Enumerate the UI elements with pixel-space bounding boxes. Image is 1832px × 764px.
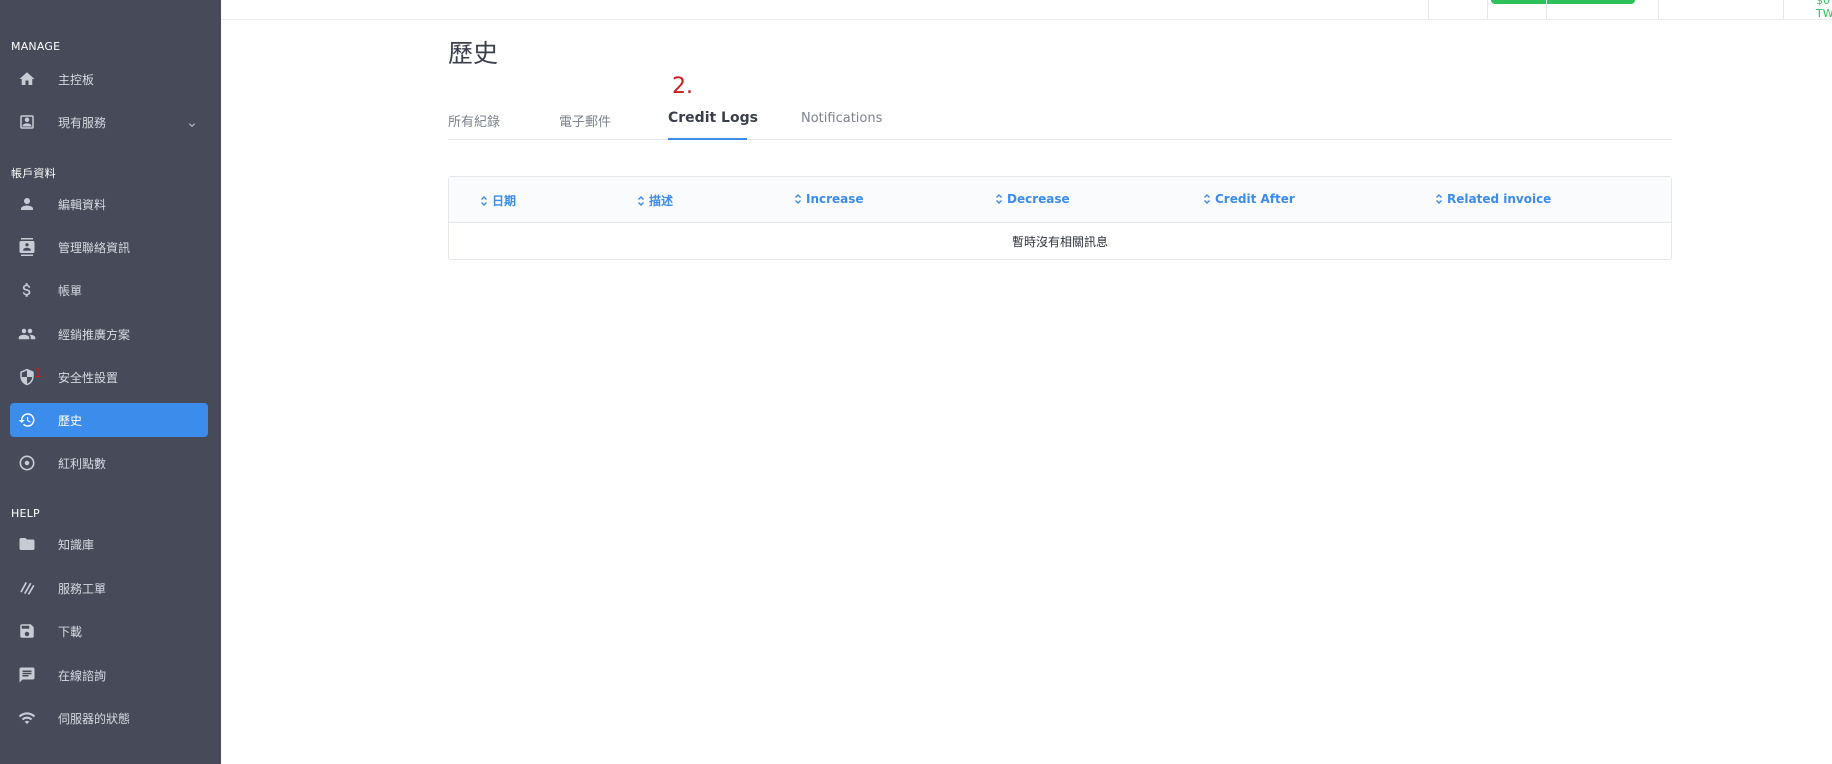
sidebar-item-label: 下載 (58, 624, 83, 639)
tab-credit-logs[interactable]: Credit Logs (668, 110, 758, 126)
column-header-label: 描述 (649, 194, 674, 208)
chevron-down-icon[interactable] (186, 116, 198, 128)
top-divider (1658, 0, 1659, 19)
history-tabs: 所有紀錄 電子郵件 Credit Logs Notifications (448, 108, 1672, 140)
sidebar: MANAGE 主控板 現有服務 帳戶資料 編輯資料 管理聯絡資訊 帳單 經銷推廣… (0, 0, 221, 764)
column-header-date[interactable]: 日期 (480, 192, 516, 209)
sidebar-item-label: 伺服器的狀態 (58, 711, 131, 726)
top-divider (1783, 0, 1784, 19)
sidebar-item-dashboard[interactable]: 主控板 (10, 62, 208, 96)
tab-all-records[interactable]: 所有紀錄 (448, 111, 500, 130)
sort-icon (794, 193, 802, 205)
page-title: 歷史 (448, 39, 499, 68)
sidebar-item-tickets[interactable]: 服務工單 (10, 571, 208, 605)
sidebar-item-label: 在線諮詢 (58, 668, 107, 683)
points-icon (16, 452, 38, 474)
sidebar-item-label: 管理聯絡資訊 (58, 240, 131, 255)
sort-icon (480, 195, 488, 207)
contacts-icon (16, 236, 38, 258)
dollar-icon (16, 279, 38, 301)
sidebar-item-billing[interactable]: 帳單 (10, 273, 208, 307)
sidebar-item-services[interactable]: 現有服務 (10, 105, 208, 139)
column-header-label: Related invoice (1447, 192, 1552, 206)
sidebar-item-history[interactable]: 歷史 (10, 403, 208, 437)
column-header-label: Increase (806, 192, 864, 206)
sidebar-item-label: 紅利點數 (58, 456, 107, 471)
credit-logs-table: 日期 描述 Increase Decrease Credit After Rel… (448, 176, 1672, 260)
section-title-help: HELP (11, 507, 40, 520)
top-bar: $0 TWD (221, 0, 1832, 20)
column-header-label: Decrease (1007, 192, 1070, 206)
sort-icon (637, 195, 645, 207)
chat-icon (16, 664, 38, 686)
step-1-annotation: 1. (34, 366, 46, 380)
sidebar-item-label: 編輯資料 (58, 197, 107, 212)
column-header-increase[interactable]: Increase (794, 192, 864, 206)
sidebar-item-knowledgebase[interactable]: 知識庫 (10, 527, 208, 561)
sort-icon (1435, 193, 1443, 205)
credit-balance[interactable]: $0 TWD (1816, 0, 1832, 20)
sidebar-item-label: 知識庫 (58, 537, 95, 552)
sidebar-item-downloads[interactable]: 下載 (10, 614, 208, 648)
table-header: 日期 描述 Increase Decrease Credit After Rel… (449, 177, 1671, 223)
column-header-related-invoice[interactable]: Related invoice (1435, 192, 1551, 206)
sidebar-item-livechat[interactable]: 在線諮詢 (10, 658, 208, 692)
sidebar-item-label: 現有服務 (58, 115, 107, 130)
sidebar-item-server-status[interactable]: 伺服器的狀態 (10, 701, 208, 735)
sidebar-item-label: 歷史 (58, 413, 83, 428)
column-header-description[interactable]: 描述 (637, 192, 673, 209)
table-empty-message: 暫時沒有相關訊息 (1011, 235, 1108, 249)
column-header-decrease[interactable]: Decrease (995, 192, 1070, 206)
sidebar-item-label: 主控板 (58, 72, 95, 87)
service-icon (16, 111, 38, 133)
sort-icon (995, 193, 1003, 205)
top-divider (1546, 0, 1547, 19)
affiliate-icon (16, 323, 38, 345)
wifi-icon (16, 707, 38, 729)
sidebar-item-label: 服務工單 (58, 581, 107, 596)
section-title-manage: MANAGE (11, 40, 61, 53)
tab-emails[interactable]: 電子郵件 (559, 111, 611, 130)
sidebar-item-affiliate[interactable]: 經銷推廣方案 (10, 317, 208, 351)
column-header-label: 日期 (492, 194, 517, 208)
folder-icon (16, 533, 38, 555)
sidebar-item-points[interactable]: 紅利點數 (10, 446, 208, 480)
sort-icon (1203, 193, 1211, 205)
sidebar-item-edit-profile[interactable]: 編輯資料 (10, 187, 208, 221)
active-tab-indicator (668, 138, 747, 140)
section-title-account: 帳戶資料 (11, 167, 56, 180)
top-divider (1428, 0, 1429, 19)
top-divider (1487, 0, 1488, 19)
sidebar-item-label: 安全性設置 (58, 370, 119, 385)
column-header-label: Credit After (1215, 192, 1295, 206)
user-icon (16, 193, 38, 215)
ticket-icon (16, 577, 38, 599)
history-icon (16, 409, 38, 431)
column-header-credit-after[interactable]: Credit After (1203, 192, 1295, 206)
sidebar-item-label: 經銷推廣方案 (58, 327, 131, 342)
sidebar-item-label: 帳單 (58, 283, 83, 298)
tab-notifications[interactable]: Notifications (801, 111, 882, 126)
sidebar-item-contacts[interactable]: 管理聯絡資訊 (10, 230, 208, 264)
top-action-button[interactable] (1491, 0, 1635, 4)
home-icon (16, 68, 38, 90)
save-icon (16, 620, 38, 642)
step-2-annotation: 2. (672, 74, 693, 99)
